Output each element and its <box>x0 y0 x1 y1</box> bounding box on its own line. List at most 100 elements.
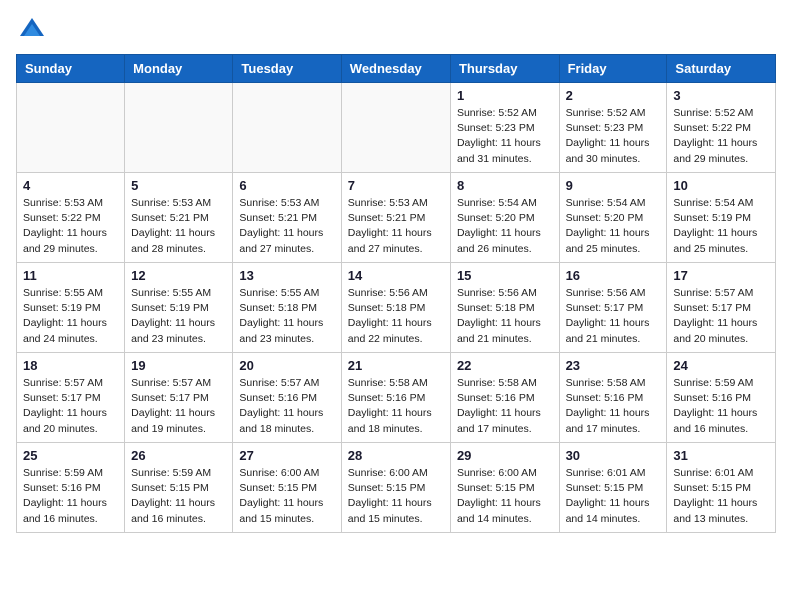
day-cell: 20 Sunrise: 5:57 AM Sunset: 5:16 PM Dayli… <box>233 353 341 443</box>
day-info: Sunrise: 5:59 AM Sunset: 5:16 PM Dayligh… <box>23 466 118 527</box>
week-row-1: 1 Sunrise: 5:52 AM Sunset: 5:23 PM Daylig… <box>17 83 776 173</box>
day-cell: 2Sunrise: 5:52 AM Sunset: 5:23 PM Daylig… <box>559 83 667 173</box>
day-cell: 21 Sunrise: 5:58 AM Sunset: 5:16 PM Dayli… <box>341 353 450 443</box>
day-info: Sunrise: 5:53 AM Sunset: 5:21 PM Dayligh… <box>348 196 444 257</box>
logo-icon <box>18 16 46 44</box>
day-number: 3 <box>673 88 769 103</box>
day-cell: 29 Sunrise: 6:00 AM Sunset: 5:15 PM Dayli… <box>450 443 559 533</box>
day-info: Sunrise: 6:00 AM Sunset: 5:15 PM Dayligh… <box>239 466 334 527</box>
day-number: 19 <box>131 358 226 373</box>
day-cell: 11 Sunrise: 5:55 AM Sunset: 5:19 PM Dayli… <box>17 263 125 353</box>
day-number: 24 <box>673 358 769 373</box>
day-info: Sunrise: 6:00 AM Sunset: 5:15 PM Dayligh… <box>348 466 444 527</box>
day-info: Sunrise: 5:56 AM Sunset: 5:17 PM Dayligh… <box>566 286 661 347</box>
day-cell <box>233 83 341 173</box>
day-info: Sunrise: 5:54 AM Sunset: 5:20 PM Dayligh… <box>457 196 553 257</box>
days-header-row: SundayMondayTuesdayWednesdayThursdayFrid… <box>17 55 776 83</box>
day-number: 29 <box>457 448 553 463</box>
day-info: Sunrise: 5:54 AM Sunset: 5:20 PM Dayligh… <box>566 196 661 257</box>
day-info: Sunrise: 5:58 AM Sunset: 5:16 PM Dayligh… <box>457 376 553 437</box>
week-row-4: 18 Sunrise: 5:57 AM Sunset: 5:17 PM Dayli… <box>17 353 776 443</box>
day-cell: 4 Sunrise: 5:53 AM Sunset: 5:22 PM Daylig… <box>17 173 125 263</box>
day-info: Sunrise: 6:01 AM Sunset: 5:15 PM Dayligh… <box>673 466 769 527</box>
day-info: Sunrise: 6:00 AM Sunset: 5:15 PM Dayligh… <box>457 466 553 527</box>
day-number: 12 <box>131 268 226 283</box>
day-number: 21 <box>348 358 444 373</box>
day-info: Sunrise: 5:52 AM Sunset: 5:23 PM Dayligh… <box>566 106 661 167</box>
day-number: 15 <box>457 268 553 283</box>
day-info: Sunrise: 5:53 AM Sunset: 5:21 PM Dayligh… <box>239 196 334 257</box>
day-info: Sunrise: 5:59 AM Sunset: 5:15 PM Dayligh… <box>131 466 226 527</box>
day-cell: 31Sunrise: 6:01 AM Sunset: 5:15 PM Dayli… <box>667 443 776 533</box>
day-number: 16 <box>566 268 661 283</box>
day-number: 7 <box>348 178 444 193</box>
day-number: 23 <box>566 358 661 373</box>
day-info: Sunrise: 5:55 AM Sunset: 5:19 PM Dayligh… <box>23 286 118 347</box>
day-info: Sunrise: 5:56 AM Sunset: 5:18 PM Dayligh… <box>457 286 553 347</box>
day-info: Sunrise: 5:52 AM Sunset: 5:22 PM Dayligh… <box>673 106 769 167</box>
day-cell: 3 Sunrise: 5:52 AM Sunset: 5:22 PM Daylig… <box>667 83 776 173</box>
day-cell: 16 Sunrise: 5:56 AM Sunset: 5:17 PM Dayli… <box>559 263 667 353</box>
day-cell <box>125 83 233 173</box>
calendar-table: SundayMondayTuesdayWednesdayThursdayFrid… <box>16 54 776 533</box>
page-header <box>16 16 776 44</box>
day-info: Sunrise: 5:55 AM Sunset: 5:18 PM Dayligh… <box>239 286 334 347</box>
day-info: Sunrise: 5:59 AM Sunset: 5:16 PM Dayligh… <box>673 376 769 437</box>
day-info: Sunrise: 6:01 AM Sunset: 5:15 PM Dayligh… <box>566 466 661 527</box>
day-number: 1 <box>457 88 553 103</box>
day-info: Sunrise: 5:56 AM Sunset: 5:18 PM Dayligh… <box>348 286 444 347</box>
day-number: 5 <box>131 178 226 193</box>
day-info: Sunrise: 5:53 AM Sunset: 5:21 PM Dayligh… <box>131 196 226 257</box>
day-cell: 8 Sunrise: 5:54 AM Sunset: 5:20 PM Daylig… <box>450 173 559 263</box>
day-header-saturday: Saturday <box>667 55 776 83</box>
day-number: 9 <box>566 178 661 193</box>
week-row-5: 25 Sunrise: 5:59 AM Sunset: 5:16 PM Dayli… <box>17 443 776 533</box>
day-info: Sunrise: 5:57 AM Sunset: 5:17 PM Dayligh… <box>131 376 226 437</box>
day-number: 4 <box>23 178 118 193</box>
day-cell: 18Sunrise: 5:57 AM Sunset: 5:17 PM Dayli… <box>17 353 125 443</box>
day-number: 30 <box>566 448 661 463</box>
day-cell: 27 Sunrise: 6:00 AM Sunset: 5:15 PM Dayli… <box>233 443 341 533</box>
day-info: Sunrise: 5:55 AM Sunset: 5:19 PM Dayligh… <box>131 286 226 347</box>
day-cell: 15 Sunrise: 5:56 AM Sunset: 5:18 PM Dayli… <box>450 263 559 353</box>
day-number: 14 <box>348 268 444 283</box>
day-cell: 28Sunrise: 6:00 AM Sunset: 5:15 PM Dayli… <box>341 443 450 533</box>
day-number: 8 <box>457 178 553 193</box>
day-info: Sunrise: 5:53 AM Sunset: 5:22 PM Dayligh… <box>23 196 118 257</box>
day-header-thursday: Thursday <box>450 55 559 83</box>
day-cell: 24 Sunrise: 5:59 AM Sunset: 5:16 PM Dayli… <box>667 353 776 443</box>
day-info: Sunrise: 5:57 AM Sunset: 5:16 PM Dayligh… <box>239 376 334 437</box>
day-info: Sunrise: 5:58 AM Sunset: 5:16 PM Dayligh… <box>348 376 444 437</box>
day-header-monday: Monday <box>125 55 233 83</box>
day-number: 20 <box>239 358 334 373</box>
day-number: 22 <box>457 358 553 373</box>
day-info: Sunrise: 5:52 AM Sunset: 5:23 PM Dayligh… <box>457 106 553 167</box>
day-info: Sunrise: 5:57 AM Sunset: 5:17 PM Dayligh… <box>673 286 769 347</box>
day-cell <box>17 83 125 173</box>
day-cell: 7 Sunrise: 5:53 AM Sunset: 5:21 PM Daylig… <box>341 173 450 263</box>
day-number: 6 <box>239 178 334 193</box>
day-cell: 26 Sunrise: 5:59 AM Sunset: 5:15 PM Dayli… <box>125 443 233 533</box>
day-cell: 5 Sunrise: 5:53 AM Sunset: 5:21 PM Daylig… <box>125 173 233 263</box>
day-number: 25 <box>23 448 118 463</box>
day-number: 27 <box>239 448 334 463</box>
day-header-friday: Friday <box>559 55 667 83</box>
day-number: 11 <box>23 268 118 283</box>
day-cell: 6 Sunrise: 5:53 AM Sunset: 5:21 PM Daylig… <box>233 173 341 263</box>
day-cell: 1 Sunrise: 5:52 AM Sunset: 5:23 PM Daylig… <box>450 83 559 173</box>
day-number: 18 <box>23 358 118 373</box>
day-cell: 17Sunrise: 5:57 AM Sunset: 5:17 PM Dayli… <box>667 263 776 353</box>
day-cell: 30 Sunrise: 6:01 AM Sunset: 5:15 PM Dayli… <box>559 443 667 533</box>
day-number: 26 <box>131 448 226 463</box>
day-cell: 12 Sunrise: 5:55 AM Sunset: 5:19 PM Dayli… <box>125 263 233 353</box>
day-header-tuesday: Tuesday <box>233 55 341 83</box>
day-info: Sunrise: 5:54 AM Sunset: 5:19 PM Dayligh… <box>673 196 769 257</box>
day-number: 10 <box>673 178 769 193</box>
week-row-2: 4 Sunrise: 5:53 AM Sunset: 5:22 PM Daylig… <box>17 173 776 263</box>
day-cell: 10 Sunrise: 5:54 AM Sunset: 5:19 PM Dayli… <box>667 173 776 263</box>
day-cell: 22 Sunrise: 5:58 AM Sunset: 5:16 PM Dayli… <box>450 353 559 443</box>
day-cell: 25 Sunrise: 5:59 AM Sunset: 5:16 PM Dayli… <box>17 443 125 533</box>
day-header-sunday: Sunday <box>17 55 125 83</box>
day-cell <box>341 83 450 173</box>
day-info: Sunrise: 5:58 AM Sunset: 5:16 PM Dayligh… <box>566 376 661 437</box>
